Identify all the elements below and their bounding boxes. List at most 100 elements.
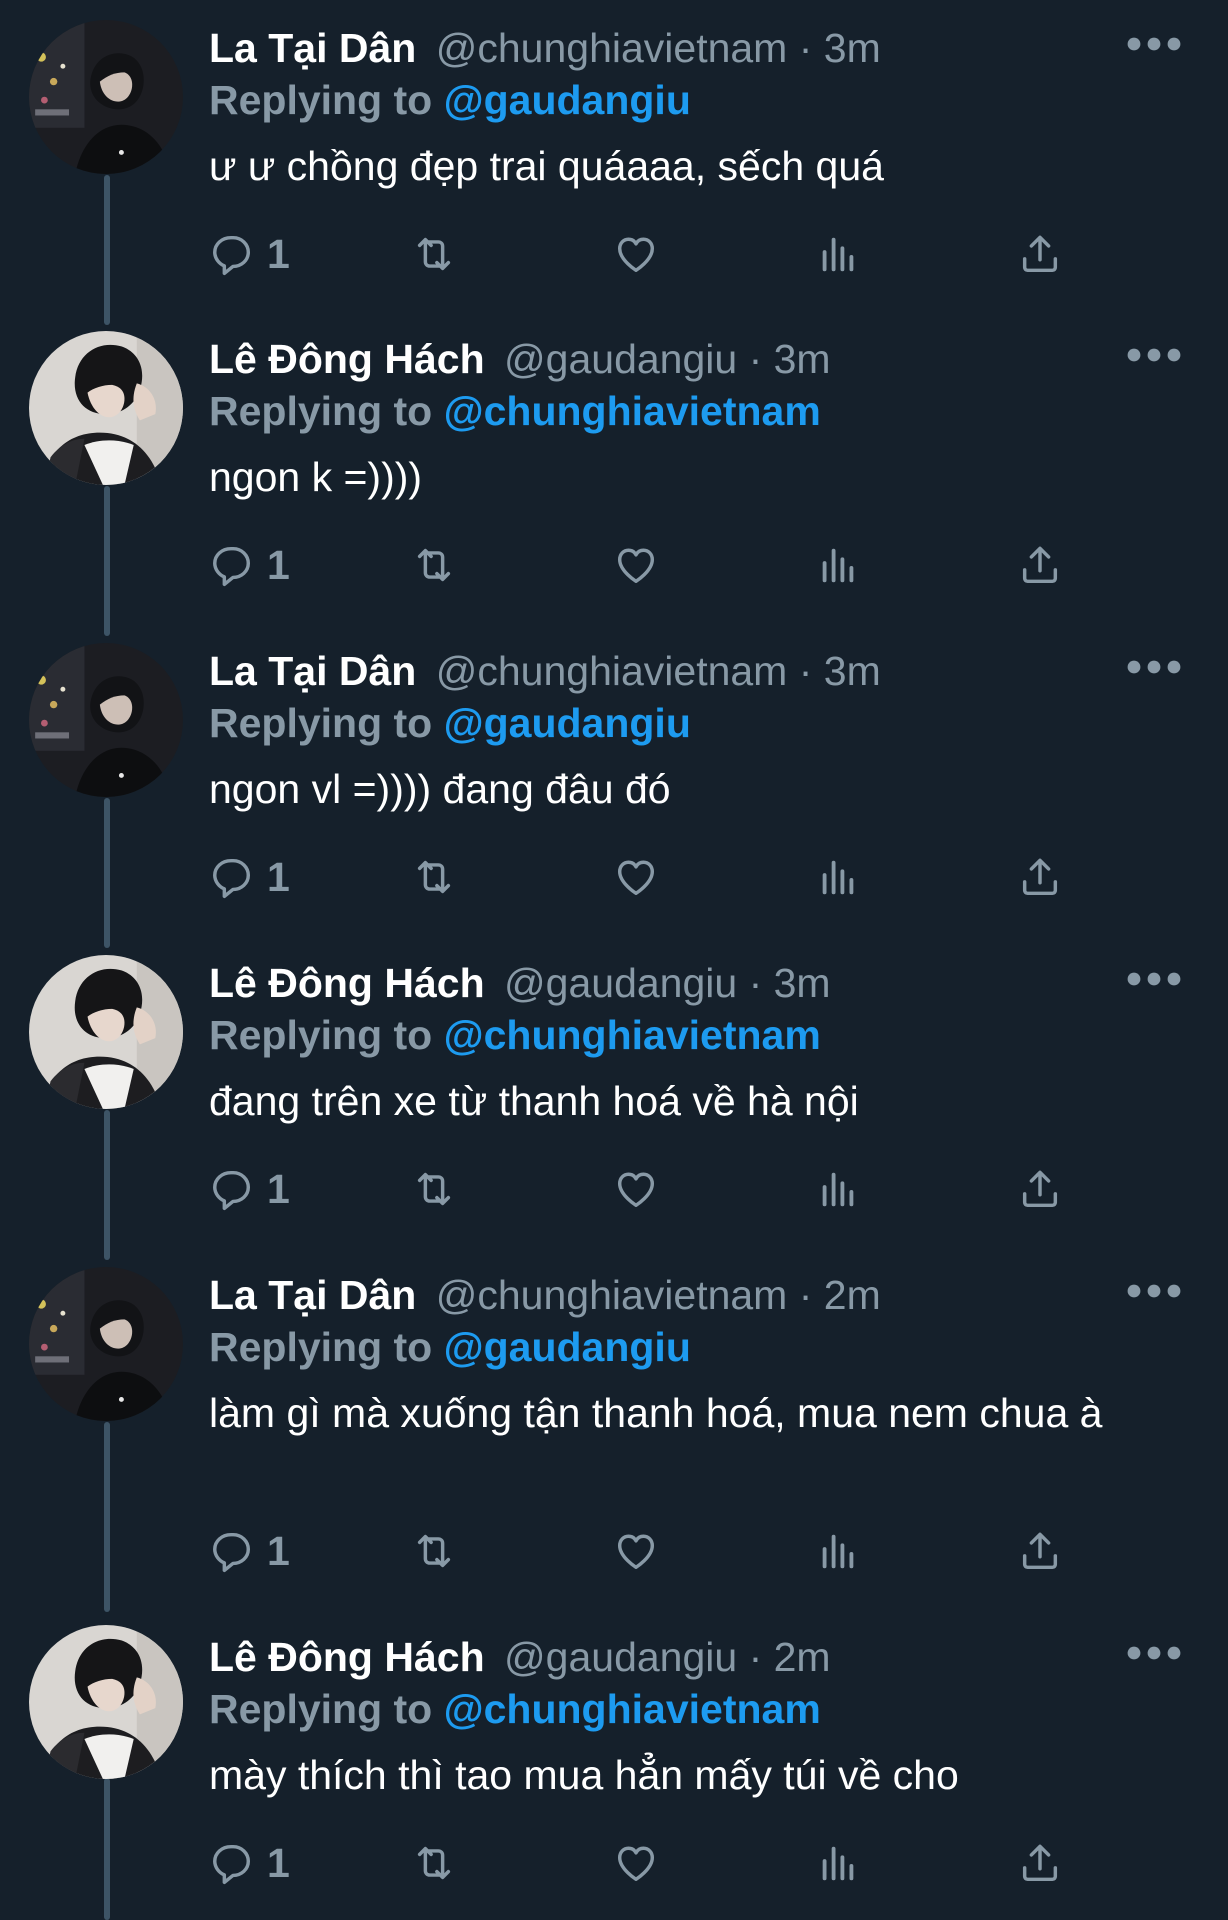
display-name[interactable]: La Tại Dân: [209, 25, 416, 71]
replying-to-handle-link[interactable]: @gaudangiu: [444, 77, 691, 123]
avatar-image: [29, 955, 183, 1109]
avatar[interactable]: [29, 1625, 183, 1779]
reply-icon: [209, 231, 255, 277]
share-button[interactable]: [1017, 537, 1063, 593]
retweet-button[interactable]: [411, 537, 457, 593]
replying-to-label: Replying to: [209, 700, 433, 746]
like-button[interactable]: [613, 1835, 659, 1891]
display-name[interactable]: Lê Đông Hách: [209, 1634, 485, 1680]
more-button[interactable]: [1124, 341, 1184, 369]
more-button[interactable]: [1124, 1277, 1184, 1305]
handle-and-time[interactable]: @gaudangiu · 3m: [504, 960, 831, 1006]
more-icon: [1124, 341, 1184, 369]
views-button[interactable]: [815, 226, 861, 282]
handle-and-time[interactable]: @chunghiavietnam · 3m: [436, 648, 881, 694]
display-name[interactable]: Lê Đông Hách: [209, 960, 485, 1006]
like-button[interactable]: [613, 1161, 659, 1217]
avatar-image: [29, 1267, 183, 1421]
reply-button[interactable]: 1: [209, 537, 290, 593]
tweet-header: La Tại Dân @chunghiavietnam · 3m: [209, 22, 881, 74]
tweet[interactable]: Lê Đông Hách @gaudangiu · 3m Replying to…: [0, 935, 1228, 1245]
handle-and-time[interactable]: @gaudangiu · 2m: [504, 1634, 831, 1680]
views-button[interactable]: [815, 1835, 861, 1891]
tweet-actions: 1: [209, 1523, 1109, 1579]
views-button[interactable]: [815, 537, 861, 593]
more-button[interactable]: [1124, 1639, 1184, 1667]
share-button[interactable]: [1017, 1161, 1063, 1217]
more-icon: [1124, 30, 1184, 58]
tweet[interactable]: Lê Đông Hách @gaudangiu · 2m Replying to…: [0, 1609, 1228, 1920]
share-icon: [1017, 542, 1063, 588]
replying-to-handle-link[interactable]: @gaudangiu: [444, 1324, 691, 1370]
display-name[interactable]: La Tại Dân: [209, 1272, 416, 1318]
analytics-icon: [815, 1166, 861, 1212]
replying-to-label: Replying to: [209, 1324, 433, 1370]
retweet-button[interactable]: [411, 1161, 457, 1217]
heart-icon: [613, 542, 659, 588]
share-icon: [1017, 231, 1063, 277]
handle-and-time[interactable]: @chunghiavietnam · 3m: [436, 25, 881, 71]
share-icon: [1017, 1528, 1063, 1574]
reply-count: 1: [267, 542, 290, 588]
replying-to-line: Replying to @chunghiavietnam: [209, 385, 821, 437]
tweet[interactable]: La Tại Dân @chunghiavietnam · 3m Replyin…: [0, 623, 1228, 933]
share-button[interactable]: [1017, 1523, 1063, 1579]
retweet-button[interactable]: [411, 226, 457, 282]
display-name[interactable]: Lê Đông Hách: [209, 336, 485, 382]
retweet-button[interactable]: [411, 1523, 457, 1579]
views-button[interactable]: [815, 1161, 861, 1217]
avatar[interactable]: [29, 331, 183, 485]
avatar[interactable]: [29, 1267, 183, 1421]
reply-icon: [209, 854, 255, 900]
reply-count: 1: [267, 854, 290, 900]
replying-to-handle-link[interactable]: @chunghiavietnam: [444, 388, 821, 434]
more-icon: [1124, 1277, 1184, 1305]
retweet-icon: [411, 231, 457, 277]
tweet[interactable]: Lê Đông Hách @gaudangiu · 3m Replying to…: [0, 311, 1228, 621]
avatar[interactable]: [29, 955, 183, 1109]
share-button[interactable]: [1017, 849, 1063, 905]
analytics-icon: [815, 854, 861, 900]
share-icon: [1017, 1166, 1063, 1212]
share-button[interactable]: [1017, 226, 1063, 282]
reply-button[interactable]: 1: [209, 1161, 290, 1217]
replying-to-handle-link[interactable]: @gaudangiu: [444, 700, 691, 746]
more-button[interactable]: [1124, 965, 1184, 993]
like-button[interactable]: [613, 537, 659, 593]
like-button[interactable]: [613, 1523, 659, 1579]
share-button[interactable]: [1017, 1835, 1063, 1891]
replying-to-handle-link[interactable]: @chunghiavietnam: [444, 1686, 821, 1732]
replying-to-handle-link[interactable]: @chunghiavietnam: [444, 1012, 821, 1058]
more-button[interactable]: [1124, 653, 1184, 681]
handle-and-time[interactable]: @chunghiavietnam · 2m: [436, 1272, 881, 1318]
retweet-icon: [411, 1528, 457, 1574]
tweet[interactable]: La Tại Dân @chunghiavietnam · 3m Replyin…: [0, 0, 1228, 310]
handle-and-time[interactable]: @gaudangiu · 3m: [504, 336, 831, 382]
reply-icon: [209, 1528, 255, 1574]
reply-button[interactable]: 1: [209, 1835, 290, 1891]
display-name[interactable]: La Tại Dân: [209, 648, 416, 694]
conversation-thread: La Tại Dân @chunghiavietnam · 3m Replyin…: [0, 0, 1228, 1920]
reply-button[interactable]: 1: [209, 849, 290, 905]
retweet-icon: [411, 1166, 457, 1212]
reply-button[interactable]: 1: [209, 226, 290, 282]
more-icon: [1124, 1639, 1184, 1667]
reply-count: 1: [267, 1840, 290, 1886]
like-button[interactable]: [613, 849, 659, 905]
share-icon: [1017, 854, 1063, 900]
replying-to-line: Replying to @gaudangiu: [209, 697, 691, 749]
tweet-text: ư ư chồng đẹp trai quáaaa, sếch quá: [209, 143, 884, 189]
more-button[interactable]: [1124, 30, 1184, 58]
views-button[interactable]: [815, 849, 861, 905]
views-button[interactable]: [815, 1523, 861, 1579]
replying-to-label: Replying to: [209, 388, 433, 434]
retweet-button[interactable]: [411, 849, 457, 905]
tweet-text: mày thích thì tao mua hẳn mấy túi về cho: [209, 1752, 959, 1798]
like-button[interactable]: [613, 226, 659, 282]
reply-button[interactable]: 1: [209, 1523, 290, 1579]
avatar[interactable]: [29, 20, 183, 174]
replying-to-line: Replying to @gaudangiu: [209, 1321, 691, 1373]
avatar[interactable]: [29, 643, 183, 797]
retweet-button[interactable]: [411, 1835, 457, 1891]
tweet[interactable]: La Tại Dân @chunghiavietnam · 2m Replyin…: [0, 1247, 1228, 1607]
